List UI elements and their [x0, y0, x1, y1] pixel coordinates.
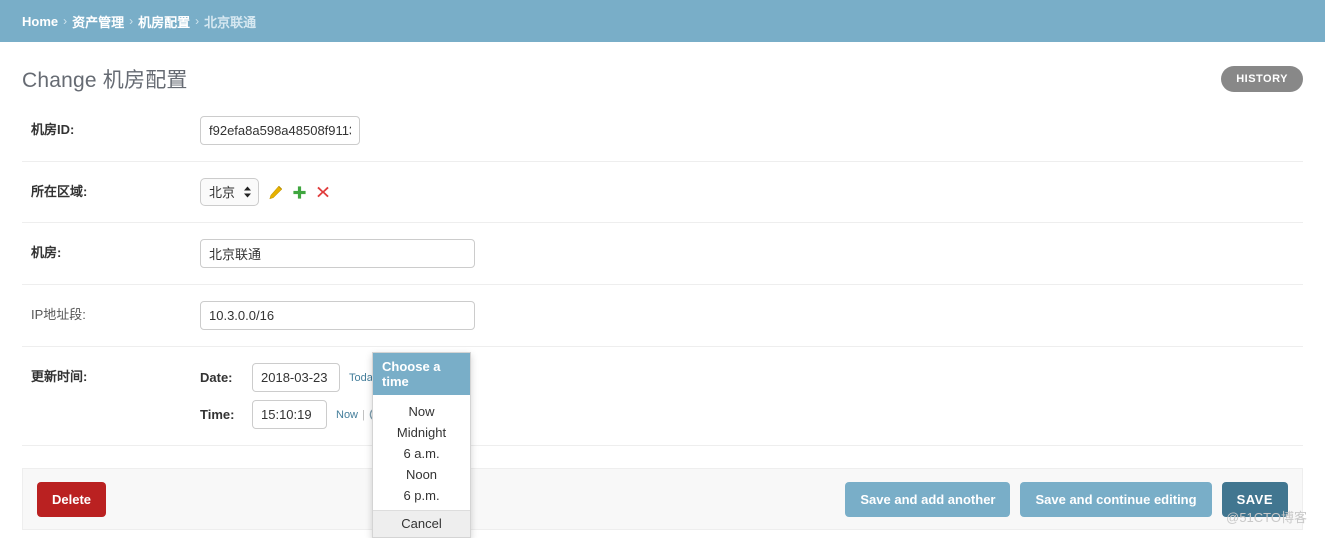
time-picker-title: Choose a time [373, 353, 470, 395]
field-idc-id [200, 116, 1303, 145]
change-form: 机房ID: 所在区域: 北京 [22, 100, 1303, 446]
time-input[interactable] [252, 400, 327, 429]
label-ip-range: IP地址段: [31, 307, 86, 322]
field-update-time: Date: Today | [200, 363, 1303, 429]
time-option-noon[interactable]: Noon [373, 464, 470, 485]
breadcrumb-current: 北京联通 [204, 14, 257, 30]
time-option-6am[interactable]: 6 a.m. [373, 443, 470, 464]
breadcrumb: Home › 资产管理 › 机房配置 › 北京联通 [0, 0, 1325, 42]
save-button-group: Save and add another Save and continue e… [845, 481, 1288, 517]
title-row: Change 机房配置 HISTORY [22, 42, 1303, 100]
time-now-link[interactable]: Now [336, 409, 358, 421]
region-select-wrap: 北京 [200, 178, 259, 206]
time-picker-cancel[interactable]: Cancel [373, 510, 470, 537]
time-separator: | [362, 408, 365, 421]
time-picker-options: Now Midnight 6 a.m. Noon 6 p.m. [373, 395, 470, 510]
label-idc-id: 机房ID: [31, 122, 75, 137]
time-option-now[interactable]: Now [373, 401, 470, 422]
idc-id-input[interactable] [200, 116, 360, 145]
add-plus-icon[interactable] [292, 185, 307, 200]
form-row-idc-id: 机房ID: [22, 100, 1303, 162]
watermark: @51CTO博客 [1226, 510, 1307, 525]
breadcrumb-separator-2: › [129, 14, 134, 28]
date-input[interactable] [252, 363, 340, 392]
breadcrumb-separator-3: › [195, 14, 200, 28]
save-and-add-another-button[interactable]: Save and add another [845, 481, 1011, 517]
time-option-6pm[interactable]: 6 p.m. [373, 485, 470, 506]
label-idc-name: 机房: [31, 245, 62, 260]
ip-range-input[interactable] [200, 301, 475, 330]
edit-pencil-icon[interactable] [268, 185, 283, 200]
breadcrumb-home[interactable]: Home [22, 14, 58, 29]
date-label: Date: [200, 370, 233, 385]
region-select[interactable]: 北京 [200, 178, 259, 206]
field-region: 北京 [200, 178, 1303, 206]
form-row-idc-name: 机房: [22, 223, 1303, 285]
form-row-ip-range: IP地址段: [22, 285, 1303, 347]
field-ip-range [200, 301, 1303, 330]
breadcrumb-idc-config[interactable]: 机房配置 [138, 12, 190, 31]
form-row-region: 所在区域: 北京 [22, 162, 1303, 223]
idc-name-input[interactable] [200, 239, 475, 268]
breadcrumb-asset-management[interactable]: 资产管理 [72, 12, 124, 31]
delete-cross-icon[interactable] [316, 185, 330, 199]
submit-row: Delete Save and add another Save and con… [22, 468, 1303, 530]
breadcrumb-separator-1: › [63, 14, 68, 28]
label-update-time: 更新时间: [31, 369, 88, 384]
history-button[interactable]: HISTORY [1221, 66, 1303, 92]
field-idc-name [200, 239, 1303, 268]
time-label: Time: [200, 407, 235, 422]
main-content: Change 机房配置 HISTORY 机房ID: 所在区域: 北京 [0, 42, 1325, 530]
time-option-midnight[interactable]: Midnight [373, 422, 470, 443]
time-picker-dropdown: Choose a time Now Midnight 6 a.m. Noon 6… [372, 352, 471, 538]
page-title: Change 机房配置 [22, 69, 188, 92]
delete-button[interactable]: Delete [37, 481, 107, 517]
form-row-update-time: 更新时间: Date: Today | [22, 347, 1303, 446]
save-and-continue-editing-button[interactable]: Save and continue editing [1020, 481, 1212, 517]
label-region: 所在区域: [31, 184, 88, 199]
